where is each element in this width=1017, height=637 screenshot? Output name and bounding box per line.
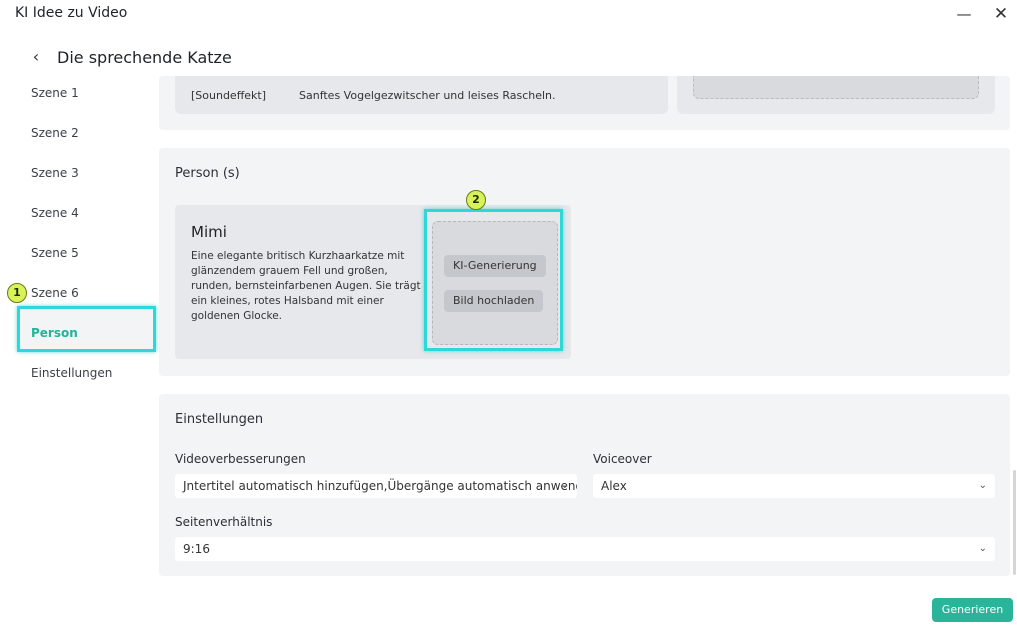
person-name: Mimi [191,223,227,241]
voiceover-label: Voiceover [593,452,652,466]
video-enhancements-value: Jntertitel automatisch hinzufügen,Übergä… [183,479,577,493]
highlight-box-person [17,306,156,352]
generate-button[interactable]: Generieren [932,598,1013,622]
chevron-down-icon: ⌄ [978,543,987,554]
video-enhancements-select[interactable]: Jntertitel automatisch hinzufügen,Übergä… [175,474,577,498]
sound-effect-row: [Soundeffekt] Sanftes Vogelgezwitscher u… [175,76,668,114]
video-enhancements-label: Videoverbesserungen [175,452,306,466]
scene-card: [Soundeffekt] Sanftes Vogelgezwitscher u… [159,76,1010,130]
app-title: KI Idee zu Video [15,5,128,21]
person-description[interactable]: Eine elegante britisch Kurzhaarkatze mit… [191,249,427,324]
back-arrow-icon[interactable]: ‹ [28,48,44,66]
sidebar-item-szene-3[interactable]: Szene 3 [31,166,79,180]
scene-image-panel [677,76,995,114]
voiceover-value: Alex [601,479,627,493]
scrollbar[interactable] [1013,470,1016,575]
person-section-title: Person (s) [175,166,240,181]
scene-image-dropzone[interactable] [693,76,979,99]
aspect-ratio-select[interactable]: 9:16 ⌄ [175,537,995,561]
sound-effect-text[interactable]: Sanftes Vogelgezwitscher und leises Rasc… [299,89,556,102]
sidebar-item-szene-4[interactable]: Szene 4 [31,206,79,220]
minimize-icon[interactable]: — [953,3,975,25]
title-bar: KI Idee zu Video — ✕ [0,0,1017,28]
settings-section-title: Einstellungen [175,412,264,427]
aspect-ratio-label: Seitenverhältnis [175,515,273,529]
annotation-badge-2: 2 [466,190,486,210]
chevron-down-icon: ⌄ [560,480,569,491]
chevron-down-icon: ⌄ [978,480,987,491]
page-title: Die sprechende Katze [57,48,232,67]
sidebar-item-szene-1[interactable]: Szene 1 [31,86,79,100]
highlight-box-image-upload [424,209,563,351]
person-section: Person (s) Mimi Eine elegante britisch K… [159,148,1010,376]
settings-section: Einstellungen Videoverbesserungen Jntert… [159,394,1010,576]
main-content: [Soundeffekt] Sanftes Vogelgezwitscher u… [159,76,1010,596]
annotation-badge-1: 1 [7,283,27,303]
sidebar-item-einstellungen[interactable]: Einstellungen [31,366,112,380]
close-icon[interactable]: ✕ [990,3,1012,25]
sidebar-item-szene-2[interactable]: Szene 2 [31,126,79,140]
sidebar-item-szene-5[interactable]: Szene 5 [31,246,79,260]
aspect-ratio-value: 9:16 [183,542,210,556]
sidebar-item-szene-6[interactable]: Szene 6 [31,286,79,300]
sound-effect-tag: [Soundeffekt] [191,89,267,102]
page-header: ‹ Die sprechende Katze [0,44,1017,72]
voiceover-select[interactable]: Alex ⌄ [593,474,995,498]
